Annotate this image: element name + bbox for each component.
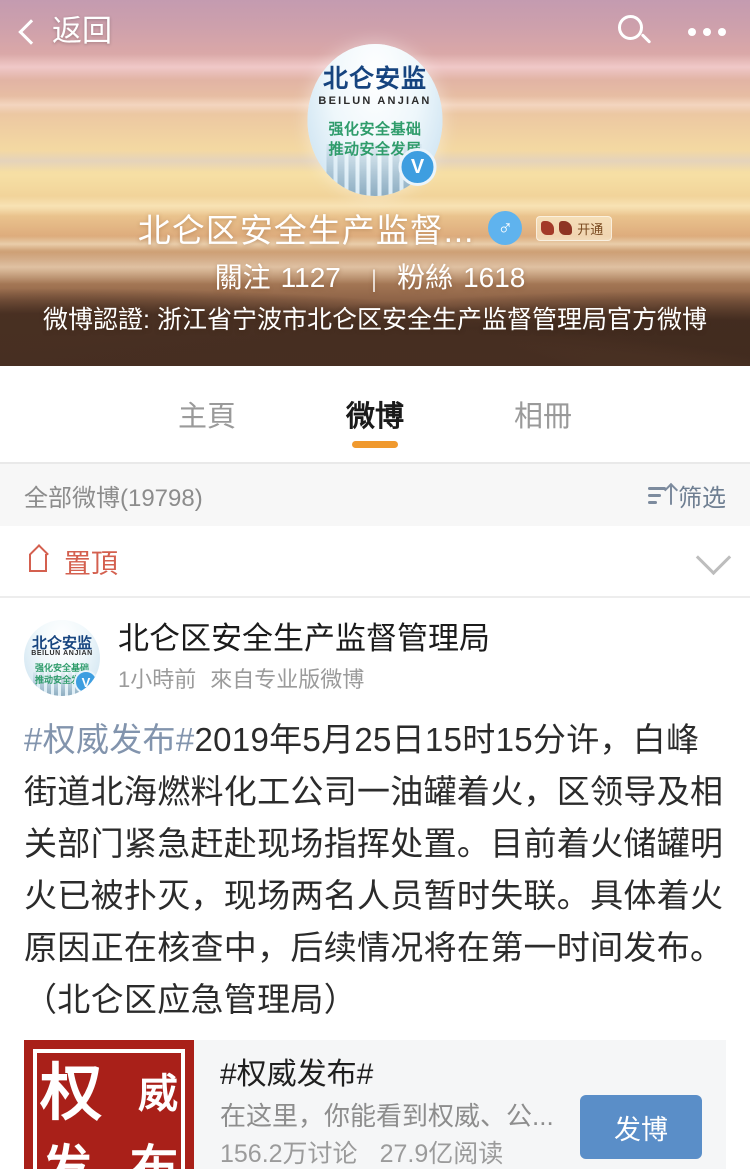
topic-thumb-char-3: 发 xyxy=(42,1139,92,1169)
followers-count[interactable]: 1618 xyxy=(463,262,525,293)
post-meta: 北仑区安全生产监督管理局 1小時前 來自专业版微博 xyxy=(118,621,490,694)
badge-shape-left xyxy=(541,221,555,235)
post-source: 來自专业版微博 xyxy=(210,667,365,693)
badge-shape-right xyxy=(559,221,573,235)
post-weibo-button[interactable]: 发博 xyxy=(580,1095,702,1159)
following-count[interactable]: 1127 xyxy=(281,262,341,293)
stats-separator: | xyxy=(370,266,378,293)
level-badge[interactable]: 开通 xyxy=(536,215,613,241)
post-body-text: 2019年5月25日15时15分许，白峰街道北海燃料化工公司一油罐着火，区领导及… xyxy=(24,721,724,1018)
tab-weibo[interactable]: 微博 xyxy=(291,366,459,462)
avatar[interactable]: 北仑安监 BEILUN ANJIAN 强化安全基础 推动安全发展 V xyxy=(307,44,443,196)
top-navigation-bar: 返回 xyxy=(0,0,750,64)
verified-badge-icon: V xyxy=(398,148,437,186)
topic-action: 发博 xyxy=(556,1040,726,1169)
pinned-row: 置頂 xyxy=(0,526,750,598)
filter-label: 筛选 xyxy=(678,484,726,512)
topic-thumb-char-4: 布 xyxy=(129,1140,178,1169)
nav-actions xyxy=(618,15,728,49)
profile-cover-header: 返回 北仑安监 BEILUN ANJIAN 强化安全基础 推动安全发展 V 北仑区… xyxy=(0,0,750,366)
topic-card[interactable]: 权 威 发 布 #权威发布# 在这里，你能看到权威、公... 156.2万讨论 2… xyxy=(24,1040,726,1169)
topic-thumb-char-1: 权 xyxy=(40,1056,103,1129)
post-submeta: 1小時前 來自专业版微博 xyxy=(118,662,490,694)
profile-name-row: 北仑区安全生产监督... ♂ 开通 xyxy=(0,204,750,252)
topic-thumbnail: 权 威 发 布 xyxy=(24,1040,194,1169)
weibo-profile-screen: 返回 北仑安监 BEILUN ANJIAN 强化安全基础 推动安全发展 V 北仑区… xyxy=(0,0,750,1169)
post-time: 1小時前 xyxy=(118,667,197,693)
tab-home-label: 主頁 xyxy=(177,401,236,433)
topic-stats: 156.2万讨论 27.9亿阅读 xyxy=(220,1142,556,1167)
back-button[interactable]: 返回 xyxy=(18,15,112,48)
pinned-left: 置頂 xyxy=(24,542,118,581)
avatar-subtitle: BEILUN ANJIAN xyxy=(31,650,93,657)
avatar-slogan-line1: 强化安全基础 xyxy=(328,121,422,138)
followers-label[interactable]: 粉絲 xyxy=(397,262,453,293)
profile-tabs: 主頁 微博 相冊 xyxy=(0,366,750,462)
search-icon[interactable] xyxy=(618,15,652,49)
tab-album[interactable]: 相冊 xyxy=(459,366,627,462)
following-label[interactable]: 關注 xyxy=(215,262,271,293)
back-button-label: 返回 xyxy=(52,15,112,48)
profile-stats: 關注 1127 | 粉絲 1618 xyxy=(0,256,750,296)
filter-sort-icon xyxy=(648,484,672,506)
filter-bar: 全部微博(19798) 筛选 xyxy=(0,464,750,526)
topic-discussions: 156.2万讨论 xyxy=(220,1140,358,1168)
topic-info: #权威发布# 在这里，你能看到权威、公... 156.2万讨论 27.9亿阅读 xyxy=(194,1040,556,1169)
pin-top-icon xyxy=(24,544,52,575)
male-gender-icon: ♂ xyxy=(488,211,523,245)
post-text: #权威发布#2019年5月25日15时15分许，白峰街道北海燃料化工公司一油罐着… xyxy=(24,714,726,1026)
profile-name: 北仑区安全生产监督... xyxy=(137,212,475,249)
post-header: 北仑安监 BEILUN ANJIAN 强化安全基础 推动安全发展 V 北仑区安全生… xyxy=(24,620,726,696)
verified-badge-icon: V xyxy=(74,670,98,694)
pinned-label: 置頂 xyxy=(64,548,118,579)
tab-weibo-label: 微博 xyxy=(345,401,404,433)
post-author-name[interactable]: 北仑区安全生产监督管理局 xyxy=(118,621,490,656)
avatar-title: 北仑安监 xyxy=(322,64,427,93)
topic-description: 在这里，你能看到权威、公... xyxy=(220,1101,554,1131)
tab-album-label: 相冊 xyxy=(513,401,572,433)
level-badge-label: 开通 xyxy=(577,221,604,237)
topic-thumb-char-2: 威 xyxy=(138,1070,178,1117)
pinned-post: 北仑安监 BEILUN ANJIAN 强化安全基础 推动安全发展 V 北仑区安全生… xyxy=(0,598,750,1169)
more-dots-icon[interactable] xyxy=(686,20,728,44)
tab-underline xyxy=(352,441,398,448)
post-author-avatar[interactable]: 北仑安监 BEILUN ANJIAN 强化安全基础 推动安全发展 V xyxy=(24,620,100,696)
avatar-subtitle: BEILUN ANJIAN xyxy=(318,95,432,107)
topic-reads: 27.9亿阅读 xyxy=(379,1140,504,1168)
topic-title: #权威发布# xyxy=(220,1058,374,1091)
chevron-left-icon xyxy=(18,19,44,45)
post-hashtag[interactable]: #权威发布# xyxy=(24,721,195,758)
chevron-down-icon[interactable] xyxy=(695,539,732,575)
filter-button[interactable]: 筛选 xyxy=(648,478,726,513)
all-weibo-count: 全部微博(19798) xyxy=(24,484,203,512)
tab-home[interactable]: 主頁 xyxy=(123,366,291,462)
verification-text: 微博認證: 浙江省宁波市北仑区安全生产监督管理局官方微博 xyxy=(43,306,707,334)
